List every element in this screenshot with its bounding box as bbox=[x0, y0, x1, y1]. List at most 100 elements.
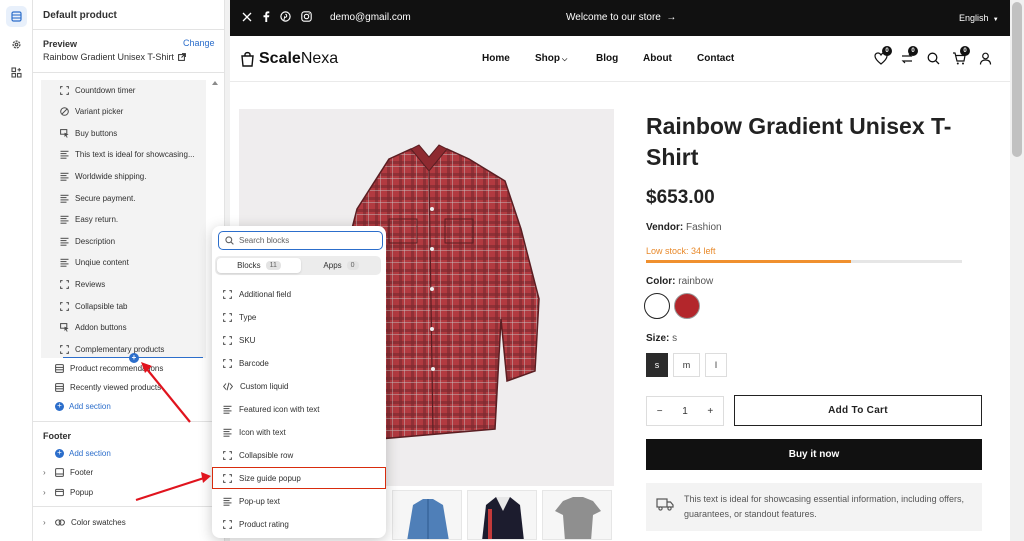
block-option-custom-liquid[interactable]: Custom liquid bbox=[213, 375, 385, 397]
block-option-collapsible-row[interactable]: Collapsible row bbox=[213, 444, 385, 466]
section-popup[interactable]: › Popup bbox=[43, 485, 93, 499]
block-option-featured-icon-with-text[interactable]: Featured icon with text bbox=[213, 398, 385, 420]
size-option-s[interactable]: s bbox=[646, 353, 668, 377]
chevron-right-icon[interactable]: › bbox=[43, 468, 49, 477]
preview-scrollbar[interactable] bbox=[1010, 0, 1024, 541]
black-jacket-image bbox=[482, 497, 524, 539]
size-option-l[interactable]: l bbox=[705, 353, 727, 377]
block-item-this-text-is-ideal-for-showcas[interactable]: This text is ideal for showcasing... bbox=[60, 148, 195, 162]
wishlist-count-badge: 0 bbox=[882, 46, 892, 56]
vendor-label: Vendor: bbox=[646, 222, 684, 233]
instagram-icon[interactable] bbox=[301, 11, 312, 22]
section-product-recommendations[interactable]: Product recommendations bbox=[55, 361, 163, 375]
nav-shop[interactable]: Shop ⌵ bbox=[535, 53, 567, 64]
block-item-reviews[interactable]: Reviews bbox=[60, 277, 105, 291]
block-option-label: Collapsible row bbox=[239, 450, 294, 460]
language-selector[interactable]: English ▼ bbox=[959, 13, 999, 23]
footer-add-section-link[interactable]: + Add section bbox=[55, 446, 111, 460]
block-item-buy-buttons[interactable]: Buy buttons bbox=[60, 126, 117, 140]
section-footer[interactable]: › Footer bbox=[43, 465, 93, 479]
vendor-value[interactable]: Fashion bbox=[686, 222, 722, 233]
preview-scrollbar-thumb[interactable] bbox=[1012, 2, 1022, 157]
thumbnail-denim-jacket[interactable] bbox=[392, 490, 462, 540]
x-twitter-icon[interactable] bbox=[242, 12, 252, 22]
block-item-countdown-timer[interactable]: Countdown timer bbox=[60, 83, 135, 97]
buy-now-button[interactable]: Buy it now bbox=[646, 439, 982, 470]
block-item-complementary-products[interactable]: Complementary products bbox=[60, 342, 164, 356]
search-blocks-input[interactable] bbox=[239, 236, 369, 245]
section-recently-viewed[interactable]: Recently viewed products bbox=[55, 380, 161, 394]
nav-blog[interactable]: Blog bbox=[596, 53, 618, 64]
thumbnail-black-jacket[interactable] bbox=[467, 490, 537, 540]
block-item-label: Countdown timer bbox=[75, 85, 136, 95]
nav-about[interactable]: About bbox=[643, 53, 672, 64]
block-item-label: Description bbox=[75, 236, 116, 246]
block-option-label: Product rating bbox=[239, 519, 289, 529]
text-icon bbox=[60, 194, 69, 203]
size-option-m[interactable]: m bbox=[673, 353, 700, 377]
pinterest-icon[interactable] bbox=[280, 11, 291, 22]
block-option-label: Featured icon with text bbox=[239, 404, 320, 414]
contact-email[interactable]: demo@gmail.com bbox=[330, 12, 411, 23]
chevron-down-icon: ⌵ bbox=[560, 56, 568, 63]
chevron-right-icon[interactable]: › bbox=[43, 518, 49, 527]
nav-home[interactable]: Home bbox=[482, 53, 510, 64]
block-item-worldwide-shipping[interactable]: Worldwide shipping. bbox=[60, 169, 146, 183]
store-logo[interactable]: ScaleNexa bbox=[240, 50, 338, 68]
block-item-secure-payment[interactable]: Secure payment. bbox=[60, 191, 135, 205]
block-item-addon-buttons[interactable]: Addon buttons bbox=[60, 321, 127, 335]
block-option-barcode[interactable]: Barcode bbox=[213, 352, 385, 374]
thumbnail-grey-tshirt[interactable] bbox=[542, 490, 612, 540]
block-item-unqiue-content[interactable]: Unqiue content bbox=[60, 256, 129, 270]
compare-button[interactable]: 0 bbox=[894, 46, 920, 68]
apps-rail-button[interactable] bbox=[6, 62, 27, 83]
add-section-link[interactable]: + Add section bbox=[55, 399, 111, 413]
block-option-label: Icon with text bbox=[239, 427, 286, 437]
block-option-sku[interactable]: SKU bbox=[213, 329, 385, 351]
sidebar-title: Default product bbox=[43, 10, 117, 21]
wishlist-button[interactable]: 0 bbox=[868, 46, 894, 68]
variant-icon bbox=[60, 107, 69, 116]
quantity-plus-button[interactable]: + bbox=[707, 406, 713, 417]
code-icon bbox=[223, 382, 233, 391]
block-icon bbox=[223, 358, 232, 368]
block-item-easy-return[interactable]: Easy return. bbox=[60, 213, 118, 227]
left-rail bbox=[0, 0, 33, 541]
tab-apps[interactable]: Apps 0 bbox=[303, 258, 379, 273]
tab-blocks[interactable]: Blocks 11 bbox=[217, 258, 301, 273]
facebook-icon[interactable] bbox=[262, 11, 270, 22]
search-button[interactable] bbox=[920, 48, 946, 68]
color-swatches-setting[interactable]: › Color swatches bbox=[43, 515, 126, 529]
block-item-variant-picker[interactable]: Variant picker bbox=[60, 105, 123, 119]
block-option-pop-up-text[interactable]: Pop-up text bbox=[213, 490, 385, 512]
quantity-stepper: − 1 + bbox=[646, 396, 724, 426]
add-to-cart-button[interactable]: Add To Cart bbox=[734, 395, 982, 426]
account-button[interactable] bbox=[972, 48, 998, 68]
arrow-right-icon: → bbox=[663, 12, 677, 23]
block-icon bbox=[223, 289, 232, 299]
section-icon bbox=[55, 363, 64, 373]
nav-contact[interactable]: Contact bbox=[697, 53, 734, 64]
divider bbox=[33, 421, 224, 422]
block-option-additional-field[interactable]: Additional field bbox=[213, 283, 385, 305]
quantity-minus-button[interactable]: − bbox=[657, 406, 663, 417]
change-preview-link[interactable]: Change bbox=[183, 38, 215, 48]
caret-down-icon: ▼ bbox=[991, 17, 999, 23]
color-swatch-white[interactable] bbox=[644, 293, 670, 319]
welcome-text: Welcome to our store bbox=[566, 12, 661, 23]
block-item-description[interactable]: Description bbox=[60, 234, 115, 248]
block-option-product-rating[interactable]: Product rating bbox=[213, 513, 385, 535]
cart-button[interactable]: 0 bbox=[946, 46, 972, 68]
block-item-collapsible-tab[interactable]: Collapsible tab bbox=[60, 299, 127, 313]
color-swatch-red[interactable] bbox=[674, 293, 700, 319]
preview-product[interactable]: Rainbow Gradient Unisex T-Shirt bbox=[43, 52, 186, 62]
block-option-size-guide-popup[interactable]: Size guide popup bbox=[212, 467, 386, 489]
welcome-message[interactable]: Welcome to our store → bbox=[566, 12, 676, 23]
settings-rail-button[interactable] bbox=[6, 34, 27, 55]
sections-rail-button[interactable] bbox=[6, 6, 27, 27]
chevron-right-icon[interactable]: › bbox=[43, 488, 49, 497]
block-option-type[interactable]: Type bbox=[213, 306, 385, 328]
sections-sidebar: Default product Preview Change Rainbow G… bbox=[33, 0, 225, 541]
block-option-icon-with-text[interactable]: Icon with text bbox=[213, 421, 385, 443]
quantity-value[interactable]: 1 bbox=[682, 406, 688, 417]
